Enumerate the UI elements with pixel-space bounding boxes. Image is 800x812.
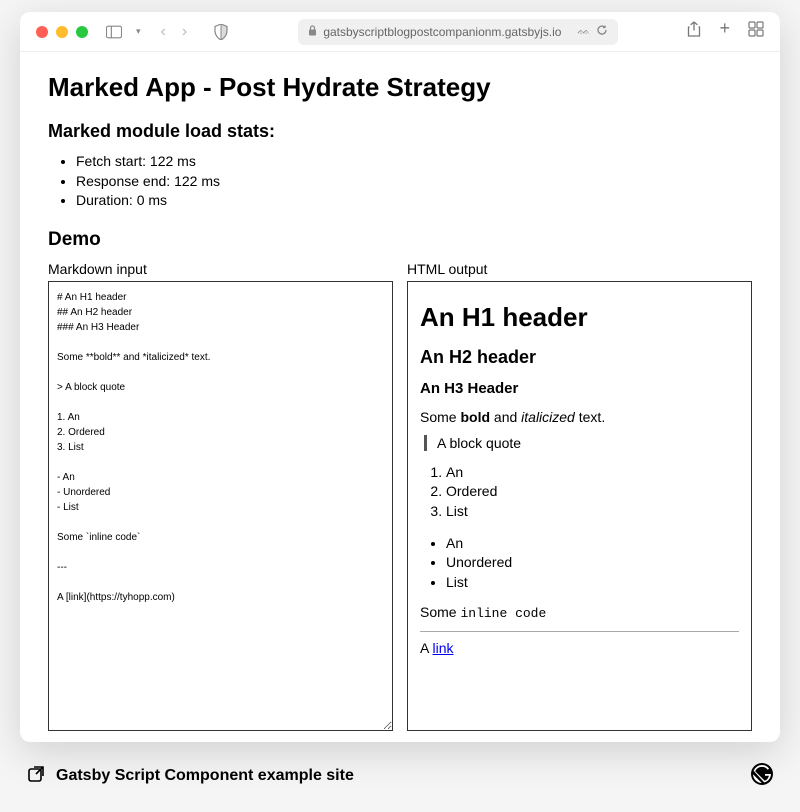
reload-icon[interactable] — [596, 24, 608, 39]
markdown-input-label: Markdown input — [48, 261, 393, 277]
stats-list: Fetch start: 122 ms Response end: 122 ms… — [76, 152, 752, 211]
stat-fetch-start: Fetch start: 122 ms — [76, 152, 752, 172]
stats-heading: Marked module load stats: — [48, 121, 752, 142]
stat-response-end: Response end: 122 ms — [76, 172, 752, 192]
html-output-label: HTML output — [407, 261, 752, 277]
url-bar[interactable]: gatsbyscriptblogpostcompanionm.gatsbyjs.… — [298, 19, 618, 45]
output-h2: An H2 header — [420, 347, 739, 368]
list-item: An — [446, 463, 739, 483]
page-content: Marked App - Post Hydrate Strategy Marke… — [20, 52, 780, 742]
lock-icon — [308, 25, 317, 39]
title-bar: ▾ ‹ › gatsbyscriptblogpostcompanionm.gat… — [20, 12, 780, 52]
output-paragraph: Some bold and italicized text. — [420, 409, 739, 425]
output-italic: italicized — [521, 409, 575, 425]
output-bold: bold — [460, 409, 490, 425]
footer-bar: Gatsby Script Component example site — [0, 752, 800, 800]
output-h3: An H3 Header — [420, 380, 739, 397]
minimize-window-button[interactable] — [56, 26, 68, 38]
markdown-column: Markdown input — [48, 261, 393, 736]
gatsby-logo-icon — [750, 762, 774, 791]
list-item: List — [446, 573, 739, 593]
output-unordered-list: An Unordered List — [446, 534, 739, 593]
chevron-down-icon[interactable]: ▾ — [136, 26, 141, 37]
demo-heading: Demo — [48, 229, 752, 251]
output-inline-code: inline code — [460, 606, 546, 621]
output-link-paragraph: A link — [420, 640, 739, 656]
list-item: Ordered — [446, 482, 739, 502]
share-icon[interactable] — [687, 21, 701, 42]
url-text: gatsbyscriptblogpostcompanionm.gatsbyjs.… — [323, 25, 561, 39]
browser-window: ▾ ‹ › gatsbyscriptblogpostcompanionm.gat… — [20, 12, 780, 742]
traffic-lights — [36, 26, 88, 38]
back-button[interactable]: ‹ — [161, 23, 166, 41]
close-window-button[interactable] — [36, 26, 48, 38]
new-tab-icon[interactable]: + — [719, 21, 730, 42]
output-code-paragraph: Some inline code — [420, 604, 739, 621]
output-hr — [420, 631, 739, 632]
maximize-window-button[interactable] — [76, 26, 88, 38]
stat-duration: Duration: 0 ms — [76, 191, 752, 211]
reader-icon[interactable]: ᨐ — [577, 25, 590, 38]
output-blockquote: A block quote — [424, 435, 739, 451]
output-ordered-list: An Ordered List — [446, 463, 739, 522]
list-item: Unordered — [446, 553, 739, 573]
sidebar-icon[interactable] — [106, 24, 122, 40]
output-h1: An H1 header — [420, 302, 739, 333]
page-title: Marked App - Post Hydrate Strategy — [48, 72, 752, 103]
open-external-icon[interactable] — [26, 764, 46, 789]
forward-button[interactable]: › — [182, 23, 187, 41]
tabs-icon[interactable] — [748, 21, 764, 42]
list-item: An — [446, 534, 739, 554]
footer-caption: Gatsby Script Component example site — [56, 767, 354, 785]
output-column: HTML output An H1 header An H2 header An… — [407, 261, 752, 736]
shield-icon[interactable] — [213, 24, 229, 40]
markdown-input[interactable] — [48, 281, 393, 731]
output-link[interactable]: link — [432, 640, 453, 656]
html-output: An H1 header An H2 header An H3 Header S… — [407, 281, 752, 731]
list-item: List — [446, 502, 739, 522]
